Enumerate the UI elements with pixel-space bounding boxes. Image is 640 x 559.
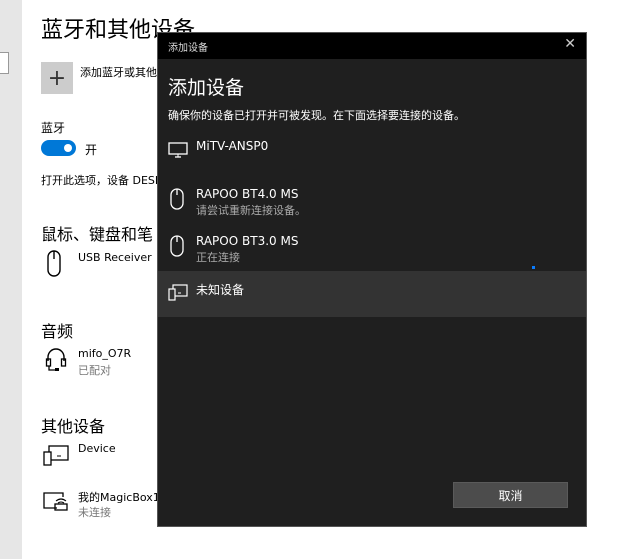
- device-list-item[interactable]: MiTV-ANSP0: [158, 131, 586, 177]
- device-name[interactable]: mifo_O7R: [78, 347, 131, 360]
- progress-dot: [532, 266, 535, 269]
- bluetooth-toggle[interactable]: [41, 140, 76, 156]
- mouse-icon: [170, 188, 184, 214]
- device-icon: [168, 284, 188, 305]
- device-name: 未知设备: [196, 283, 245, 297]
- close-icon[interactable]: ✕: [564, 36, 576, 52]
- cancel-button[interactable]: 取消: [453, 482, 568, 508]
- device-list-item-selected[interactable]: 未知设备: [158, 271, 586, 317]
- section-audio: 音频: [41, 322, 74, 341]
- plus-icon: +: [47, 65, 67, 91]
- monitor-icon: [168, 142, 188, 162]
- search-box-edge[interactable]: [0, 52, 9, 74]
- device-status: 正在连接: [196, 251, 240, 264]
- add-device-label[interactable]: 添加蓝牙或其他: [80, 64, 157, 80]
- media-box-icon: [43, 492, 69, 516]
- add-device-button[interactable]: +: [41, 62, 73, 94]
- mouse-icon: [47, 250, 61, 282]
- section-mouse-keyboard-pen: 鼠标、键盘和笔: [41, 225, 154, 244]
- device-list-item[interactable]: RAPOO BT4.0 MS 请尝试重新连接设备。: [158, 179, 586, 225]
- bluetooth-state: 开: [85, 143, 98, 157]
- dialog-description: 确保你的设备已打开并可被发现。在下面选择要连接的设备。: [168, 109, 465, 122]
- mouse-icon: [170, 235, 184, 261]
- device-icon: [43, 445, 69, 471]
- add-device-dialog: 添加设备 ✕ 添加设备 确保你的设备已打开并可被发现。在下面选择要连接的设备。 …: [157, 32, 587, 527]
- device-name: RAPOO BT3.0 MS: [196, 234, 299, 248]
- device-status: 已配对: [78, 364, 111, 377]
- device-name[interactable]: USB Receiver: [78, 251, 152, 264]
- left-nav-strip: [0, 0, 22, 559]
- device-name: RAPOO BT4.0 MS: [196, 187, 299, 201]
- dialog-window-title: 添加设备: [168, 43, 208, 54]
- device-status: 请尝试重新连接设备。: [196, 204, 306, 217]
- device-name[interactable]: Device: [78, 442, 116, 455]
- bluetooth-description: 打开此选项，设备 DESK: [41, 174, 163, 187]
- dialog-heading: 添加设备: [168, 77, 245, 99]
- device-list-item[interactable]: RAPOO BT3.0 MS 正在连接: [158, 226, 586, 272]
- dialog-titlebar: 添加设备 ✕: [158, 33, 586, 59]
- device-status: 未连接: [78, 506, 111, 519]
- headset-icon: [45, 346, 67, 378]
- device-name: MiTV-ANSP0: [196, 139, 269, 153]
- section-other-devices: 其他设备: [41, 417, 106, 436]
- bluetooth-label: 蓝牙: [41, 121, 66, 135]
